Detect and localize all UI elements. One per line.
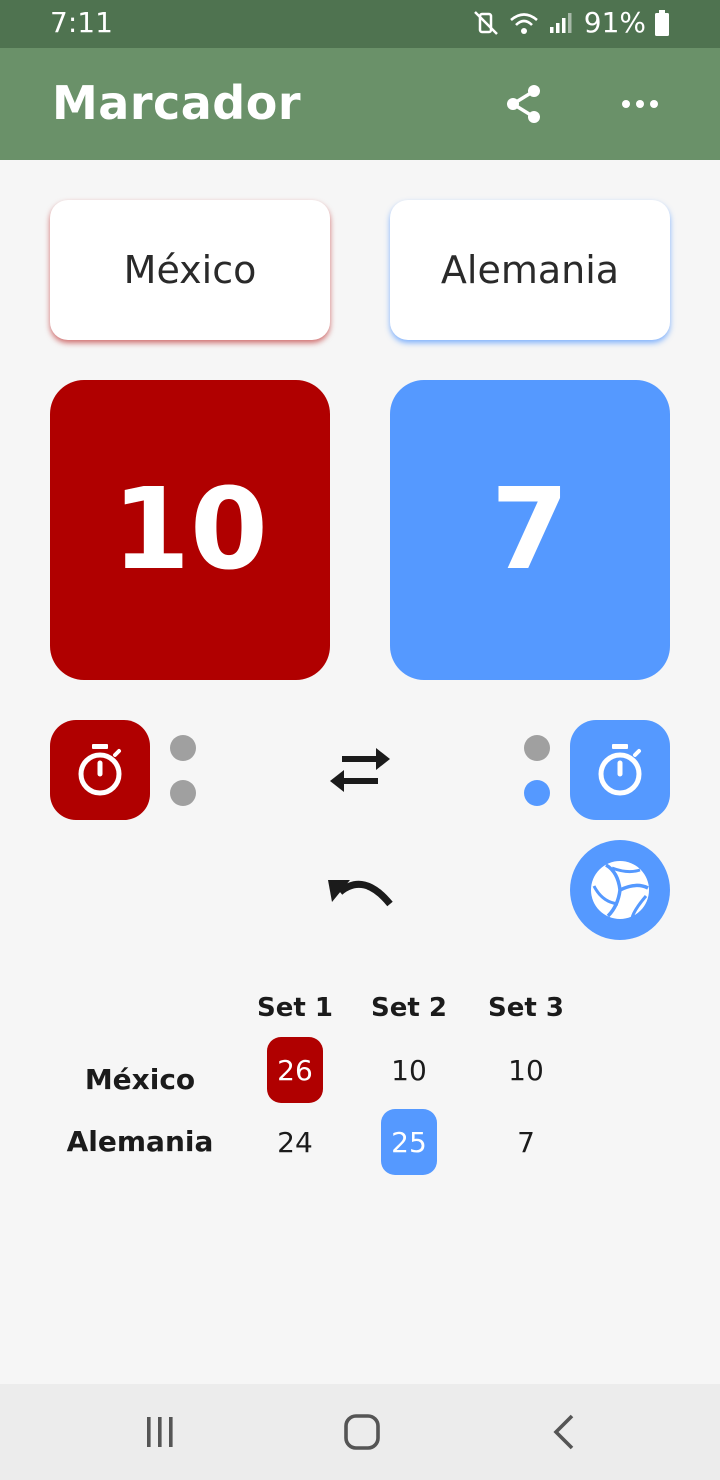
team-left-name-button[interactable]: México (50, 200, 330, 340)
more-icon (622, 100, 658, 108)
right-timeout-dot (524, 735, 550, 761)
home-icon (344, 1414, 380, 1450)
stopwatch-icon (598, 744, 642, 796)
set-score-cell: 25 (381, 1109, 437, 1175)
share-button[interactable] (492, 72, 556, 136)
battery-percent: 91% (583, 6, 646, 39)
recent-apps-icon (147, 1417, 173, 1447)
mute-vibrate-icon (473, 10, 498, 35)
undo-button[interactable] (320, 852, 400, 932)
wifi-icon (509, 12, 538, 34)
swap-icon (330, 748, 390, 792)
signal-icon (549, 12, 572, 33)
status-bar: 7:11 91% (0, 0, 720, 48)
stopwatch-icon (78, 744, 122, 796)
app-title: Marcador (52, 76, 302, 130)
set-score-cell: 10 (508, 1053, 544, 1087)
set-header: Set 1 (257, 993, 333, 1023)
system-nav-bar (0, 1384, 720, 1480)
back-icon (553, 1414, 574, 1450)
battery-icon (655, 9, 669, 36)
row-team-name: México (84, 1063, 196, 1096)
set-header: Set 3 (488, 993, 564, 1023)
status-icons: 91% (472, 6, 670, 39)
team-left-score[interactable]: 10 (50, 380, 330, 680)
right-timeout-dot-used (524, 780, 550, 806)
team-right-score[interactable]: 7 (390, 380, 670, 680)
set-score-cell: 7 (517, 1125, 535, 1159)
set-score-cell: 26 (267, 1037, 323, 1103)
row-team-name: Alemania (66, 1125, 214, 1158)
set-score-cell: 24 (277, 1125, 313, 1159)
left-timeout-dot (170, 780, 196, 806)
volleyball-icon (591, 861, 649, 919)
team-left-timeout-button[interactable] (50, 720, 150, 820)
share-icon (507, 85, 540, 123)
recent-apps-button[interactable] (120, 1400, 200, 1464)
app-bar: Marcador (0, 48, 720, 160)
serve-indicator-button[interactable] (570, 840, 670, 940)
set-header: Set 2 (371, 993, 447, 1023)
team-right-name-button[interactable]: Alemania (390, 200, 670, 340)
back-button[interactable] (524, 1400, 604, 1464)
home-button[interactable] (322, 1400, 402, 1464)
team-right-timeout-button[interactable] (570, 720, 670, 820)
swap-sides-button[interactable] (324, 734, 396, 806)
left-timeout-dot (170, 735, 196, 761)
set-score-cell: 10 (391, 1053, 427, 1087)
more-options-button[interactable] (608, 72, 672, 136)
undo-icon (328, 880, 393, 907)
status-time: 7:11 (50, 6, 113, 39)
sets-table: Set 1 Set 2 Set 3 México 26 10 10 Aleman… (0, 985, 720, 1195)
